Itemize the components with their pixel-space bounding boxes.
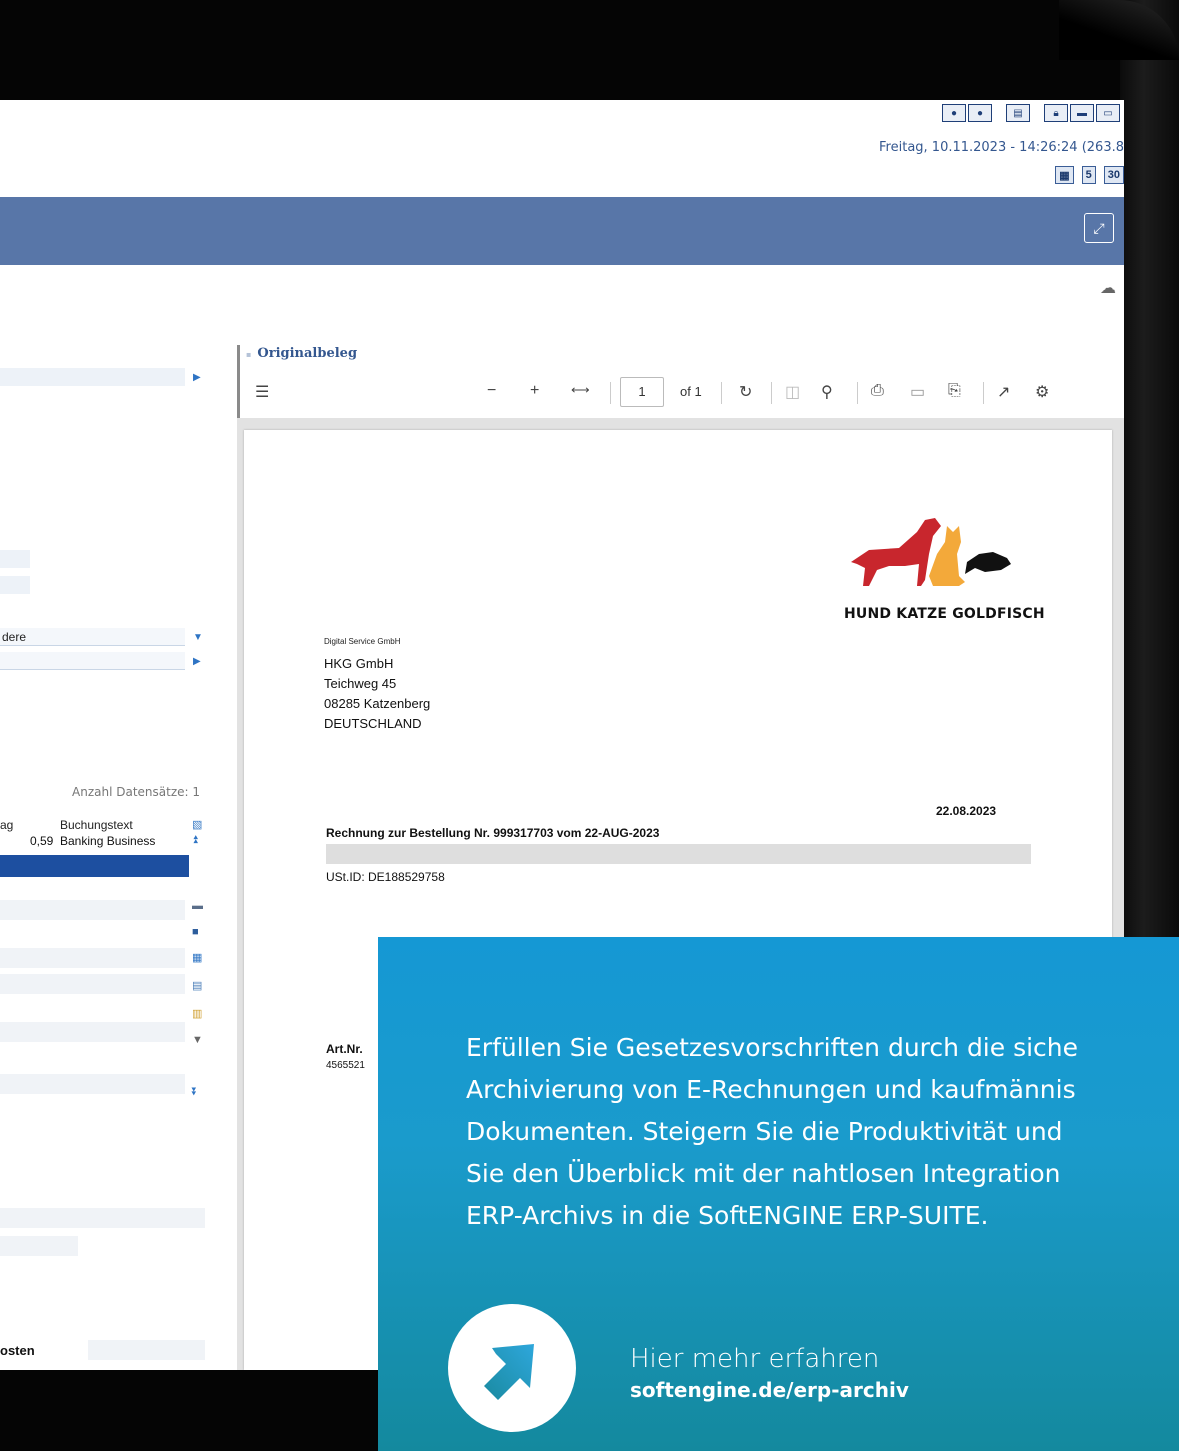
save-icon[interactable]: ▭ [910,382,925,402]
promo-link-url[interactable]: softengine.de/erp-archiv [630,1378,909,1402]
summary-field [88,1340,205,1360]
rotate-icon[interactable]: ↻ [739,382,752,402]
panel-row [0,368,185,386]
search-icon[interactable]: ⚲ [821,382,833,402]
header-band: ⤢ [0,197,1124,265]
print-icon[interactable]: ▬ [192,900,204,912]
scroll-top-icon[interactable]: ⏫︎ [192,834,204,846]
table-row [0,1208,205,1228]
nav-forward-icon[interactable]: ● [968,104,992,122]
expand-arrow-icon[interactable]: ▶ [193,656,201,667]
panel-row [0,550,30,568]
outline-icon[interactable]: ☰ [255,382,269,402]
filter-icon[interactable]: ▼ [192,1034,204,1046]
toolbar-separator [721,382,722,404]
selected-row[interactable] [0,855,189,877]
grid-icon[interactable]: ▦ [192,952,204,964]
toolbar-separator [610,382,611,404]
export-icon[interactable]: ▧ [192,819,204,831]
tasks-badge[interactable]: 5 [1081,166,1096,184]
table-row[interactable] [0,1022,185,1042]
datetime-display: Freitag, 10.11.2023 - 14:26:24 (263.8 [879,140,1124,155]
toolbar-separator [771,382,772,404]
select-field[interactable]: dere [0,628,185,646]
logo-text: HUND KATZE GOLDFISCH [844,606,1045,622]
maximize-icon[interactable]: ▭ [1096,104,1120,122]
fullscreen-icon[interactable]: ⤢ [1084,213,1114,243]
promo-text: Erfüllen Sie Gesetzesvorschriften durch … [466,1027,1179,1237]
promo-link-label[interactable]: Hier mehr erfahren [630,1344,879,1374]
chart-icon[interactable]: ▥ [192,1008,204,1020]
promo-link-button[interactable] [448,1304,576,1432]
address-line: DEUTSCHLAND [324,716,422,731]
vat-id: USt.ID: DE188529758 [326,870,445,884]
image-icon[interactable]: ■ [192,926,204,938]
table-icon[interactable]: ▤ [192,980,204,992]
settings-icon[interactable]: ⚙ [1035,382,1049,402]
nav-back-icon[interactable]: ● [942,104,966,122]
promo-line: Sie den Überblick mit der nahtlosen Inte… [466,1159,1061,1188]
address-line: Teichweg 45 [324,676,397,691]
column-header[interactable]: ag [0,818,13,832]
save-as-icon[interactable]: ⎘ [948,382,961,400]
promo-line: Erfüllen Sie Gesetzesvorschriften durch … [466,1033,1079,1062]
arrow-up-right-icon [484,1344,534,1400]
table-row[interactable] [0,900,185,920]
column-header[interactable]: Buchungstext [60,818,133,832]
scroll-bottom-icon[interactable]: ⏬︎ [192,1086,204,1098]
messages-badge[interactable]: 30 [1103,166,1124,184]
promo-line: ERP-Archivs in die SoftENGINE ERP-SUITE. [466,1201,989,1230]
page-view-icon[interactable]: ◫ [785,382,800,402]
zoom-in-icon[interactable]: + [530,382,539,400]
messages-count: 30 [1107,169,1120,181]
address-line: 08285 Katzenberg [324,696,431,711]
table-row[interactable] [0,974,185,994]
record-count: Anzahl Datensätze: 1 [72,785,200,799]
status-icons: ▦ 5 30 [1055,166,1124,184]
calendar-icon[interactable]: ▦ [1055,166,1074,184]
record-panel: ▶ dere ▼ ▶ Anzahl Datensätze: 1 ag Buchu… [0,340,215,1370]
toolbar-separator [857,382,858,404]
print-icon[interactable]: ⎙ [871,382,884,400]
tasks-count: 5 [1085,169,1092,181]
page-total: of 1 [680,384,702,399]
address-line: HKG GmbH [324,656,394,671]
art-nr-header: Art.Nr. [326,1042,363,1056]
cloud-icon[interactable]: ☁ [1100,278,1116,298]
cell-text: Banking Business [60,834,156,848]
sender-line: Digital Service GmbH [324,637,401,646]
zoom-out-icon[interactable]: − [487,382,496,400]
art-nr-value: 4565521 [326,1060,365,1071]
panel-row [0,576,30,594]
table-row[interactable] [0,1074,185,1094]
viewer-title: Originalbeleg [246,346,357,361]
invoice-header-bar [326,844,1031,864]
invoice-date: 22.08.2023 [936,804,997,818]
expand-arrow-icon[interactable]: ▶ [193,372,201,383]
promo-banner: Erfüllen Sie Gesetzesvorschriften durch … [378,937,1179,1451]
summary-label: osten [0,1343,35,1358]
table-row[interactable] [0,948,185,968]
promo-line: Archivierung von E-Rechnungen und kaufmä… [466,1075,1076,1104]
minimize-icon[interactable]: ▬ [1070,104,1094,122]
table-row [0,1236,78,1256]
promo-line: Dokumenten. Steigern Sie die Produktivit… [466,1117,1063,1146]
toolbar-separator [983,382,984,404]
dropdown-arrow-icon[interactable]: ▼ [193,632,203,643]
layout-icon[interactable]: ▤ [1006,104,1030,122]
fit-width-icon[interactable]: ⟷ [571,382,590,398]
lock-icon[interactable]: 🔒︎ [1044,104,1068,122]
cell-amount: 0,59 [30,834,54,848]
page-number-input[interactable]: 1 [620,377,664,407]
invoice-subject: Rechnung zur Bestellung Nr. 999317703 vo… [326,826,660,840]
pdf-toolbar: ☰ − + ⟷ 1 of 1 ↻ ◫ ⚲ ⎙ ▭ ⎘ ↗ ⚙ [245,370,1117,414]
window-controls: ● ● ▤ 🔒︎ ▬ ▭ [940,104,1120,122]
open-external-icon[interactable]: ↗ [997,382,1010,402]
input-field[interactable] [0,652,185,670]
